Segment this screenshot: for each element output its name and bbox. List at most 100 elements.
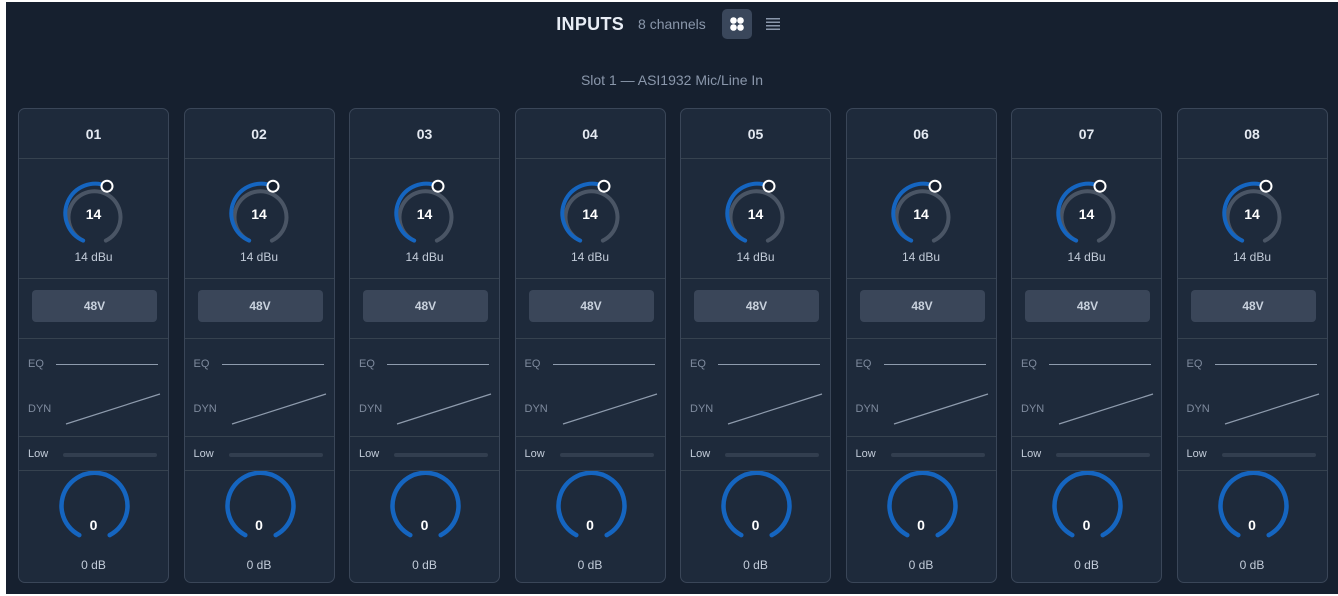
eq-curve <box>1049 364 1151 365</box>
fader-unit: 0 dB <box>577 558 603 572</box>
processing-section[interactable]: EQ DYN <box>515 339 665 437</box>
channel-header[interactable]: 03 <box>350 109 499 159</box>
processing-section[interactable]: EQ DYN <box>1177 339 1327 437</box>
gain-knob-handle <box>431 179 445 193</box>
gain-value: 14 <box>251 206 267 222</box>
eq-curve <box>56 364 158 365</box>
gain-value: 14 <box>747 206 764 222</box>
dyn-label: DYN <box>193 403 217 415</box>
phantom-power-button[interactable]: 48V <box>363 290 488 322</box>
gain-unit: 14 dBu <box>736 250 775 264</box>
phantom-section: 48V <box>1012 279 1161 339</box>
low-cut-slider[interactable] <box>725 453 819 457</box>
low-cut-section[interactable]: Low <box>1012 437 1161 471</box>
low-cut-section[interactable]: Low <box>681 437 830 471</box>
eq-label: EQ <box>1186 358 1203 370</box>
fader-value: 0 <box>586 517 594 533</box>
fader-value: 0 <box>1248 517 1256 533</box>
dynamics-curve <box>727 393 823 425</box>
phantom-power-button[interactable]: 48V <box>1190 290 1316 322</box>
processing-section[interactable]: EQ DYN <box>846 339 996 437</box>
dyn-label: DYN <box>1021 403 1045 415</box>
slot-label: Slot 1 — ASI1932 Mic/Line In <box>580 72 764 88</box>
gain-value: 14 <box>416 206 433 222</box>
channel-header[interactable]: 02 <box>184 109 334 159</box>
grid-view-icon <box>729 17 744 31</box>
fader-unit: 0 dB <box>81 558 106 572</box>
fader-section: 0 0 dB <box>847 471 996 584</box>
low-cut-slider[interactable] <box>1056 453 1150 457</box>
eq-curve <box>718 364 820 365</box>
channel-header[interactable]: 05 <box>681 109 830 159</box>
phantom-section: 48V <box>681 279 830 339</box>
dynamics-curve <box>1224 393 1319 425</box>
low-label: Low <box>690 448 711 460</box>
gain-unit: 14 dBu <box>570 250 610 264</box>
fader-section: 0 0 dB <box>185 471 334 584</box>
fader-value: 0 <box>89 517 98 533</box>
eq-label: EQ <box>359 358 375 370</box>
low-label: Low <box>1021 448 1042 460</box>
low-cut-section[interactable]: Low <box>184 437 334 471</box>
phantom-section: 48V <box>846 279 996 339</box>
fader-unit: 0 dB <box>246 558 272 572</box>
channel-strip-05: 05 14 14 dBu 48V EQ DYN Low 0 0 dB <box>680 108 831 583</box>
low-cut-slider[interactable] <box>890 453 985 457</box>
channel-header[interactable]: 04 <box>515 109 665 159</box>
phantom-power-button[interactable]: 48V <box>859 290 985 322</box>
channel-header[interactable]: 01 <box>19 109 168 159</box>
gain-section: 14 14 dBu <box>1012 159 1161 279</box>
gain-section: 14 14 dBu <box>846 159 996 279</box>
phantom-power-button[interactable]: 48V <box>694 290 819 322</box>
processing-section[interactable]: EQ DYN <box>19 339 168 437</box>
grid-view-button[interactable] <box>721 9 752 39</box>
fader-unit: 0 dB <box>1074 558 1099 572</box>
processing-section[interactable]: EQ DYN <box>350 339 499 437</box>
gain-value: 14 <box>913 206 929 222</box>
gain-unit: 14 dBu <box>74 250 113 264</box>
channel-number: 03 <box>416 125 433 142</box>
low-cut-slider[interactable] <box>228 453 323 457</box>
low-cut-section[interactable]: Low <box>1177 437 1327 471</box>
low-cut-slider[interactable] <box>1221 453 1316 457</box>
channel-strip-04: 04 14 14 dBu 48V EQ DYN Low 0 0 dB <box>514 108 666 583</box>
low-cut-section[interactable]: Low <box>19 437 168 471</box>
list-view-button[interactable] <box>758 9 788 39</box>
channel-number: 07 <box>1078 125 1095 142</box>
eq-label: EQ <box>690 358 706 370</box>
processing-section[interactable]: EQ DYN <box>184 339 334 437</box>
dynamics-curve <box>562 393 657 425</box>
gain-section: 14 14 dBu <box>1177 159 1327 279</box>
dyn-label: DYN <box>524 403 548 415</box>
low-cut-slider[interactable] <box>394 453 488 457</box>
gain-knob-handle <box>1093 179 1107 193</box>
low-cut-section[interactable]: Low <box>350 437 499 471</box>
gain-knob-handle <box>1259 179 1272 193</box>
phantom-power-button[interactable]: 48V <box>32 290 157 322</box>
eq-label: EQ <box>193 358 210 370</box>
dynamics-curve <box>65 393 161 425</box>
channel-number: 05 <box>747 125 764 142</box>
dyn-label: DYN <box>28 403 52 415</box>
gain-knob-handle <box>100 179 114 193</box>
low-cut-section[interactable]: Low <box>846 437 996 471</box>
gain-knob-handle <box>266 179 279 193</box>
fader-section: 0 0 dB <box>19 471 168 584</box>
phantom-power-button[interactable]: 48V <box>197 290 323 322</box>
eq-curve <box>387 364 489 365</box>
low-label: Low <box>359 448 380 460</box>
channel-strips: 01 14 14 dBu 48V EQ DYN Low 0 0 dB 02 14… <box>18 108 1333 584</box>
low-cut-slider[interactable] <box>559 453 654 457</box>
phantom-power-button[interactable]: 48V <box>528 290 654 322</box>
channel-header[interactable]: 06 <box>846 109 996 159</box>
processing-section[interactable]: EQ DYN <box>1012 339 1161 437</box>
channel-header[interactable]: 08 <box>1177 109 1327 159</box>
low-cut-section[interactable]: Low <box>515 437 665 471</box>
processing-section[interactable]: EQ DYN <box>681 339 830 437</box>
low-cut-slider[interactable] <box>63 453 157 457</box>
gain-value: 14 <box>1078 206 1095 222</box>
phantom-power-button[interactable]: 48V <box>1025 290 1150 322</box>
channel-strip-01: 01 14 14 dBu 48V EQ DYN Low 0 0 dB <box>18 108 169 583</box>
channel-header[interactable]: 07 <box>1012 109 1161 159</box>
dyn-label: DYN <box>1186 403 1210 415</box>
